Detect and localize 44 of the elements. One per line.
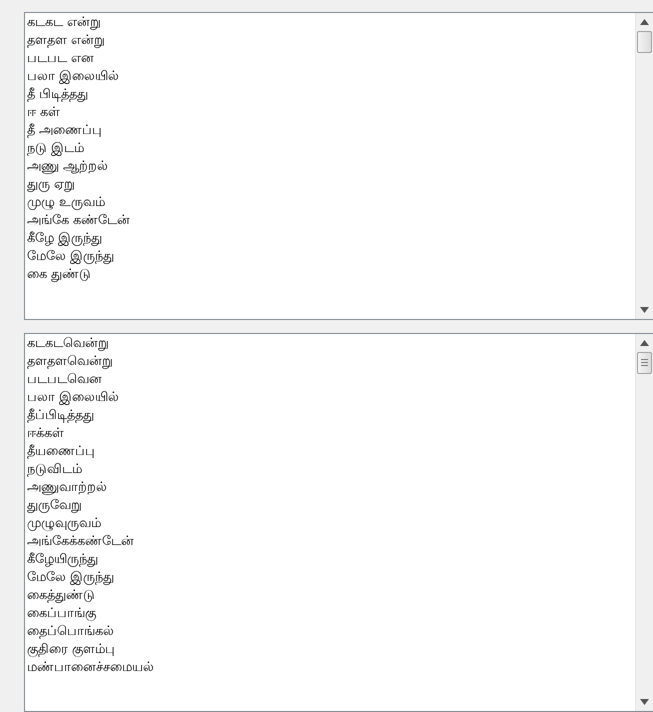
text-line: முழு உருவம்: [27, 194, 106, 212]
text-line: தீப்பிடித்தது: [27, 406, 94, 425]
scroll-thumb[interactable]: [637, 352, 652, 374]
text-line: குதிரை குளம்பு: [27, 640, 116, 659]
text-line: ஈ கள்: [27, 104, 60, 122]
scroll-bar[interactable]: [635, 334, 653, 711]
text-line: பலா இலையில்: [27, 68, 120, 86]
text-line: கைத்துண்டு: [27, 586, 95, 605]
text-area[interactable]: [24, 332, 653, 712]
scroll-thumb[interactable]: [637, 31, 652, 53]
text-line: தீ பிடித்தது: [27, 86, 88, 104]
text-line: அங்கே கண்டேன்: [27, 212, 130, 230]
text-line: கைப்பாங்கு: [27, 604, 96, 623]
text-area[interactable]: கடகட என்று தளதள என்று படபட என பலா இலையில் தீ பிடித்தது ஈ கள் தீ அணைப்பு நடு இடம் அணு ஆற்றல் துரு ஏறு முழு உருவம் அங்கே கண்டேன் கீழே இருந்து மேலே இருந்து கை துண்டு: [24, 12, 653, 320]
text-line: அணுவாற்றல்: [27, 478, 107, 497]
text-line: பலா இலையில்: [27, 388, 120, 407]
text-line: கீழேயிருந்து: [27, 550, 98, 569]
text-line: கீழே இருந்து: [27, 230, 102, 248]
text-line: துரு ஏறு: [27, 176, 76, 194]
text-line: துருவேறு: [27, 496, 82, 515]
scroll-up-icon[interactable]: [640, 19, 649, 25]
text-line: முழுவுருவம்: [27, 514, 101, 533]
text-line: படபடவென: [27, 370, 102, 389]
text-line: கடகடவென்று: [27, 334, 109, 353]
text-line: கடகட என்று: [27, 14, 102, 32]
text-line: தீ அணைப்பு: [27, 122, 102, 140]
text-line: தளதளவென்று: [27, 352, 113, 371]
text-line: தீயணைப்பு: [27, 442, 95, 461]
text-line: தளதள என்று: [27, 32, 106, 50]
text-line: நடு இடம்: [27, 140, 84, 158]
scroll-down-icon[interactable]: [640, 699, 649, 705]
text-line: மேலே இருந்து: [27, 248, 114, 266]
scroll-down-icon[interactable]: [640, 306, 649, 313]
text-line: ஈக்கள்: [27, 424, 64, 443]
scroll-up-icon[interactable]: [640, 340, 649, 346]
text-line: படபட என: [27, 50, 94, 68]
text-line: கை துண்டு: [27, 266, 92, 284]
text-line: மேலே இருந்து: [27, 568, 114, 587]
scroll-bar[interactable]: [635, 13, 653, 319]
text-line: அங்கேக்கண்டேன்: [27, 532, 134, 551]
text-line: மண்பானைச்சமையல்: [27, 658, 154, 677]
text-line: அணு ஆற்றல்: [27, 158, 108, 176]
text-line: நடுவிடம்: [27, 460, 82, 479]
text-line: தைப்பொங்கல்: [27, 622, 114, 641]
